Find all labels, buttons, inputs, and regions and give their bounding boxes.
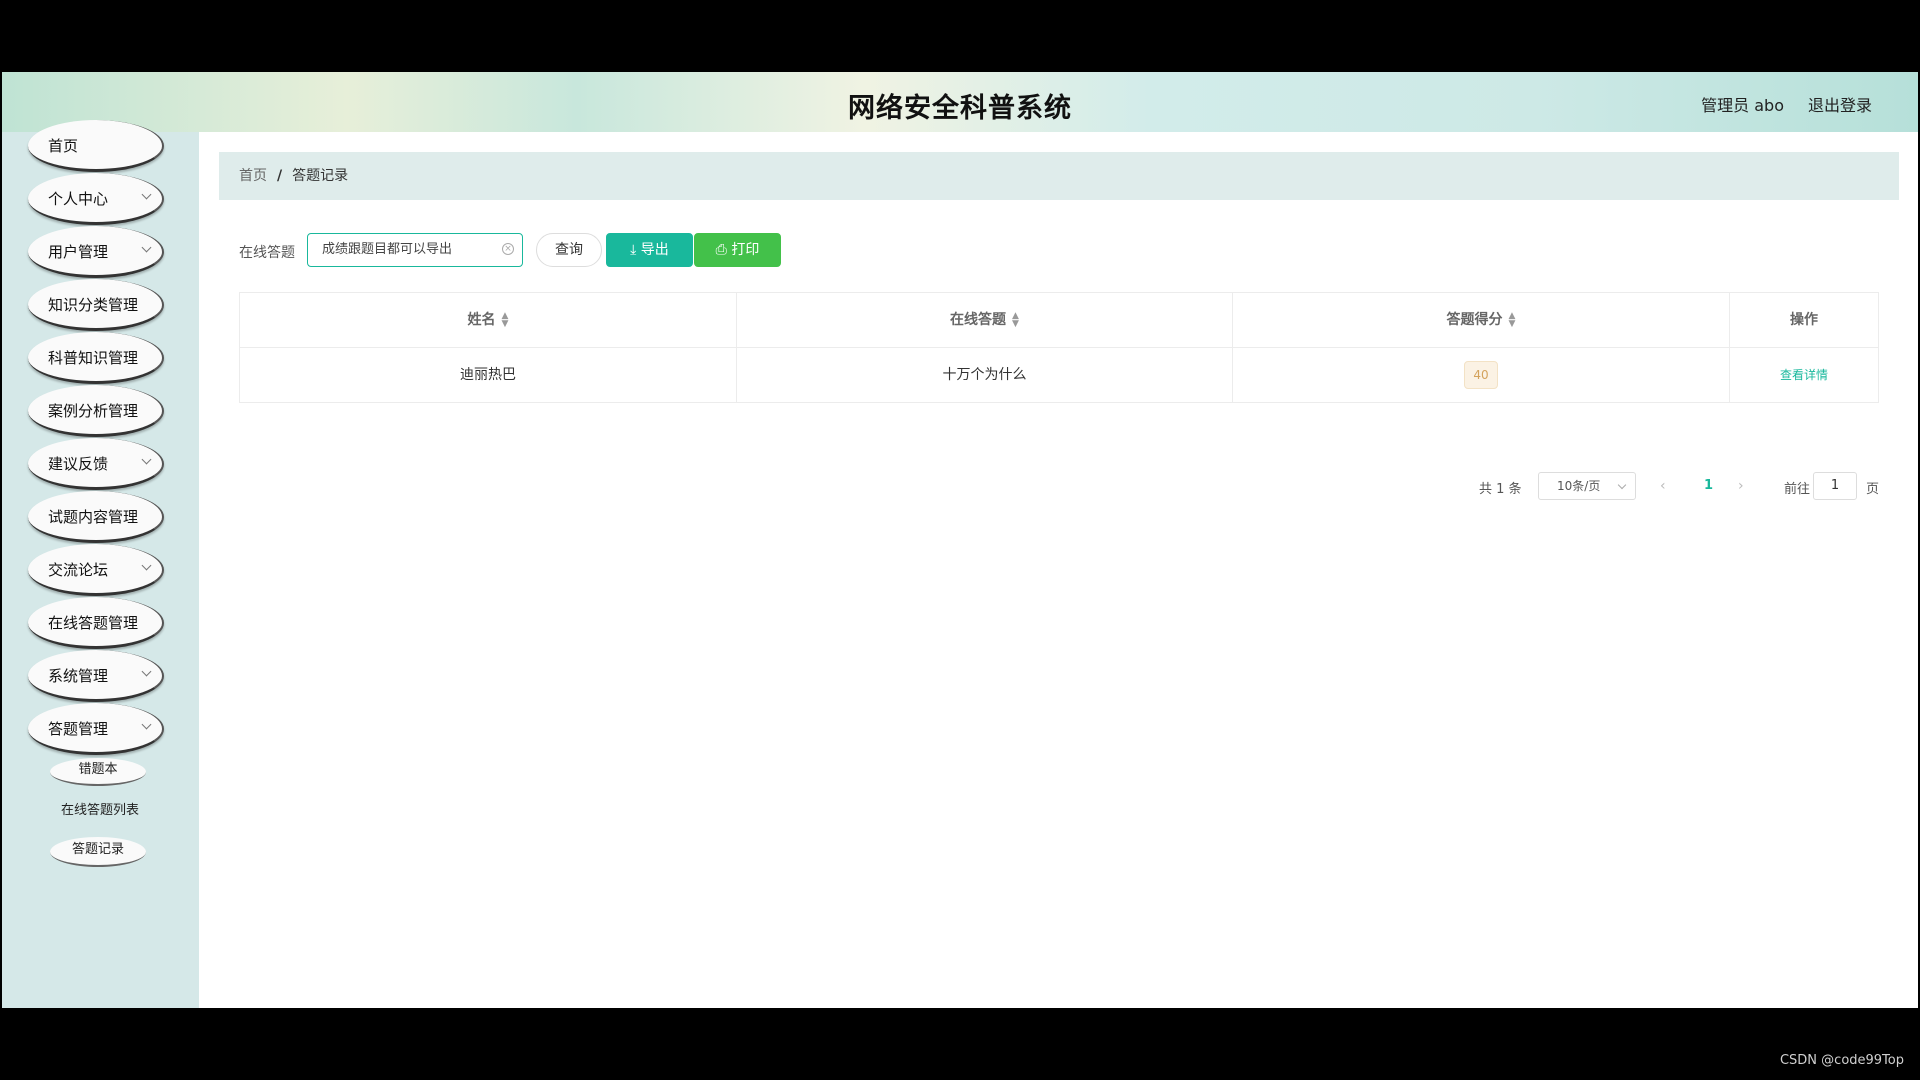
records-table: 姓名 ▲ ▼ 在线答题 ▲ ▼ 答题得分 ▲ ▼ 操作 迪丽热巴 十万个为什么 40 查看详…	[239, 292, 1879, 403]
search-input[interactable]: 成绩跟题目都可以导出	[307, 233, 523, 267]
search-label: 在线答题	[239, 245, 295, 261]
header: 网络安全科普系统 管理员 abo 退出登录	[2, 72, 1918, 132]
chevron-down-icon	[141, 560, 152, 571]
sort-icon[interactable]: ▲ ▼	[502, 312, 509, 329]
goto-label: 前往	[1784, 482, 1811, 497]
current-user: 管理员 abo	[1701, 96, 1784, 115]
breadcrumb-home[interactable]: 首页	[239, 168, 267, 184]
sidebar-item-label: 科普知识管理	[48, 349, 139, 367]
cell-name: 迪丽热巴	[240, 348, 737, 402]
sidebar-subitem-wrong-book[interactable]: 错题本	[50, 758, 146, 786]
sidebar-item-label: 知识分类管理	[48, 296, 139, 314]
sidebar: 首页 个人中心 用户管理 知识分类管理 科普知识管理 案例分析管理 建议反馈 试…	[2, 120, 199, 1008]
sidebar-item-label: 首页	[48, 137, 79, 155]
sidebar-item-label: 答题管理	[48, 720, 109, 738]
chevron-down-icon	[1617, 480, 1627, 490]
sort-icon[interactable]: ▲ ▼	[1509, 312, 1516, 329]
chevron-down-icon	[141, 454, 152, 465]
cell-score: 40	[1233, 348, 1730, 402]
view-details-link[interactable]: 查看详情	[1780, 368, 1828, 382]
sidebar-item-home[interactable]: 首页	[28, 120, 164, 172]
sidebar-item-feedback[interactable]: 建议反馈	[28, 438, 164, 490]
chevron-down-icon	[141, 189, 152, 200]
query-button[interactable]: 查询	[536, 233, 602, 267]
chevron-down-icon	[141, 666, 152, 677]
sidebar-item-case-analysis[interactable]: 案例分析管理	[28, 385, 164, 437]
sort-icon[interactable]: ▲ ▼	[1012, 312, 1019, 329]
sidebar-subitem-exam-list[interactable]: 在线答题列表	[40, 799, 160, 823]
sidebar-item-label: 个人中心	[48, 190, 109, 208]
cell-exam: 十万个为什么	[737, 348, 1233, 402]
logout-link[interactable]: 退出登录	[1808, 92, 1872, 116]
sidebar-item-forum[interactable]: 交流论坛	[28, 544, 164, 596]
clear-icon[interactable]: ×	[502, 243, 514, 255]
breadcrumb-separator: /	[277, 168, 283, 184]
prev-page-button[interactable]: ‹	[1660, 478, 1666, 494]
csdn-watermark: CSDN @code99Top	[1779, 1053, 1904, 1068]
main-content: 首页 / 答题记录 在线答题 成绩跟题目都可以导出 × 查询 ⤓ 导出 ⎙ 打印 姓…	[199, 132, 1918, 1008]
sidebar-item-label: 系统管理	[48, 667, 109, 685]
column-header-name[interactable]: 姓名 ▲ ▼	[240, 293, 737, 347]
page-title: 网络安全科普系统	[848, 93, 1072, 124]
column-header-exam[interactable]: 在线答题 ▲ ▼	[737, 293, 1233, 347]
sidebar-item-label: 交流论坛	[48, 561, 109, 579]
sidebar-item-knowledge-management[interactable]: 科普知识管理	[28, 332, 164, 384]
sidebar-item-user-management[interactable]: 用户管理	[28, 226, 164, 278]
sidebar-item-label: 用户管理	[48, 243, 109, 261]
breadcrumb: 首页 / 答题记录	[219, 152, 1899, 200]
page-suffix: 页	[1866, 482, 1880, 497]
sidebar-item-label: 建议反馈	[48, 455, 109, 473]
sidebar-item-personal-center[interactable]: 个人中心	[28, 173, 164, 225]
sidebar-item-label: 试题内容管理	[48, 508, 139, 526]
score-badge: 40	[1464, 361, 1498, 389]
column-header-actions: 操作	[1790, 312, 1818, 328]
app-window: 网络安全科普系统 管理员 abo 退出登录 首页 个人中心 用户管理 知识分类管…	[2, 72, 1918, 1008]
table-header: 姓名 ▲ ▼ 在线答题 ▲ ▼ 答题得分 ▲ ▼ 操作	[240, 293, 1878, 348]
page-size-select[interactable]: 10条/页	[1538, 472, 1636, 500]
export-button[interactable]: ⤓ 导出	[606, 233, 693, 267]
cell-actions: 查看详情	[1730, 348, 1878, 402]
page-number-current[interactable]: 1	[1704, 478, 1713, 493]
chevron-down-icon	[141, 719, 152, 730]
sidebar-item-category-management[interactable]: 知识分类管理	[28, 279, 164, 331]
sidebar-item-label: 在线答题管理	[48, 614, 139, 632]
column-header-score[interactable]: 答题得分 ▲ ▼	[1233, 293, 1730, 347]
sidebar-item-exam-management[interactable]: 答题管理	[28, 703, 164, 755]
next-page-button[interactable]: ›	[1738, 478, 1744, 494]
print-button[interactable]: ⎙ 打印	[694, 233, 781, 267]
sidebar-item-system[interactable]: 系统管理	[28, 650, 164, 702]
sidebar-item-online-exam[interactable]: 在线答题管理	[28, 597, 164, 649]
sidebar-item-label: 案例分析管理	[48, 402, 139, 420]
sidebar-item-question-content[interactable]: 试题内容管理	[28, 491, 164, 543]
breadcrumb-current: 答题记录	[292, 168, 349, 184]
chevron-down-icon	[141, 242, 152, 253]
pagination-total: 共 1 条	[1479, 482, 1522, 497]
table-row: 迪丽热巴 十万个为什么 40 查看详情	[240, 348, 1878, 402]
sidebar-subitem-answer-records[interactable]: 答题记录	[50, 837, 146, 867]
goto-page-input[interactable]: 1	[1813, 472, 1857, 500]
